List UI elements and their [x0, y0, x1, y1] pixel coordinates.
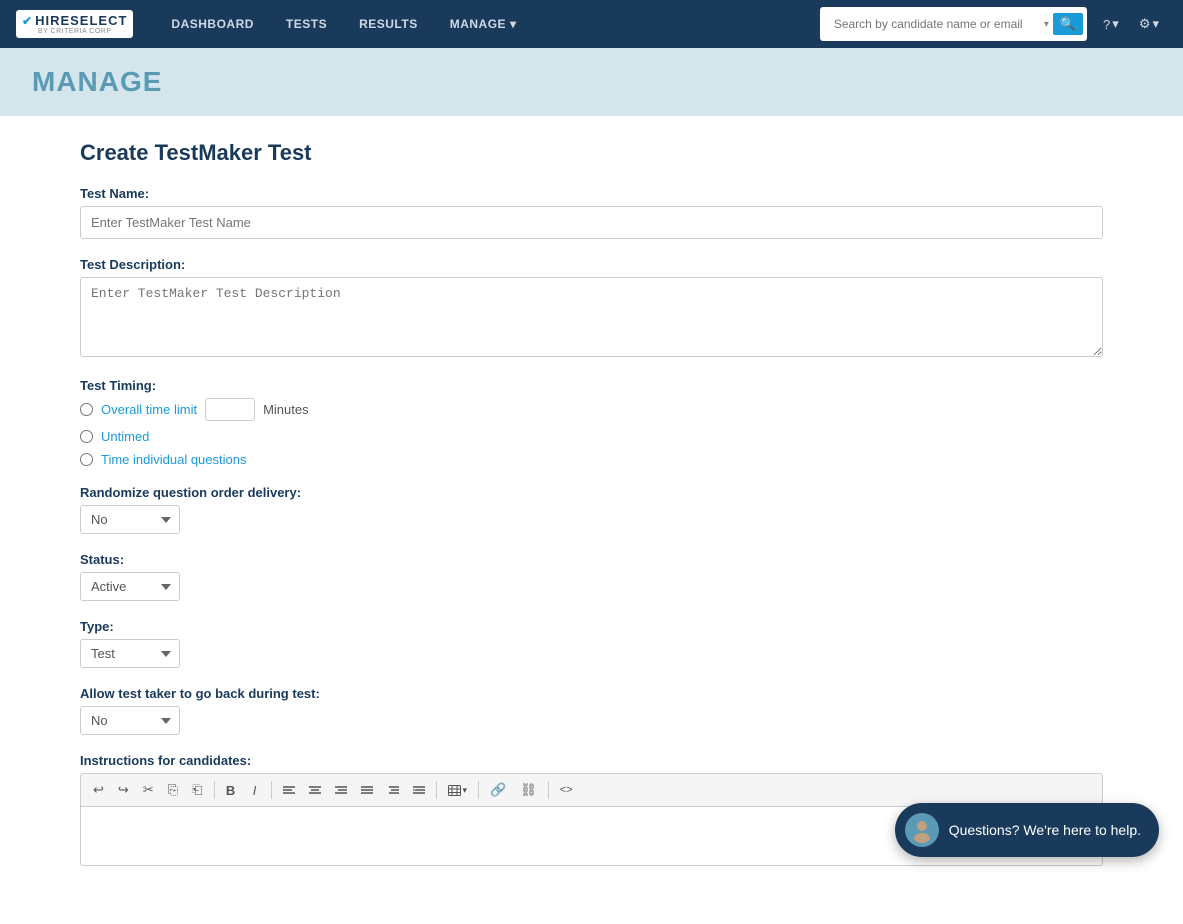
justify-button[interactable]: [355, 779, 379, 802]
status-select[interactable]: Active Inactive: [80, 572, 180, 601]
help-chevron-icon: ▾: [1112, 16, 1119, 32]
undo-button[interactable]: ↩: [87, 778, 110, 802]
unlink-button[interactable]: ⛓: [514, 778, 543, 802]
toolbar-sep-1: [214, 781, 215, 799]
allow-back-select[interactable]: No Yes: [80, 706, 180, 735]
chat-avatar: [905, 813, 939, 847]
settings-chevron-icon: ▾: [1152, 16, 1159, 32]
gear-icon: ⚙: [1139, 16, 1151, 32]
search-button[interactable]: 🔍: [1053, 13, 1083, 35]
allow-back-label: Allow test taker to go back during test:: [80, 686, 1103, 701]
logo-check-icon: ✔: [22, 14, 33, 28]
test-name-input[interactable]: [80, 206, 1103, 239]
timing-individual-radio[interactable]: [80, 453, 93, 466]
logo[interactable]: ✔ HIRESELECT BY CRITERIA CORP: [16, 10, 133, 38]
indent-button[interactable]: [381, 779, 405, 802]
timing-untimed-radio[interactable]: [80, 430, 93, 443]
bold-button[interactable]: B: [220, 779, 242, 802]
test-description-label: Test Description:: [80, 257, 1103, 272]
timing-overall-row: Overall time limit Minutes: [80, 398, 1103, 421]
test-name-label: Test Name:: [80, 186, 1103, 201]
status-group: Status: Active Inactive: [80, 552, 1103, 601]
randomize-select[interactable]: No Yes: [80, 505, 180, 534]
search-input[interactable]: [824, 9, 1044, 39]
timing-untimed-row: Untimed: [80, 429, 1103, 444]
align-right-button[interactable]: [329, 779, 353, 802]
table-button[interactable]: ▾: [442, 781, 474, 800]
randomize-group: Randomize question order delivery: No Ye…: [80, 485, 1103, 534]
chat-bubble[interactable]: Questions? We're here to help.: [895, 803, 1159, 857]
test-description-group: Test Description:: [80, 257, 1103, 360]
outdent-button[interactable]: [407, 779, 431, 802]
instructions-label: Instructions for candidates:: [80, 753, 1103, 768]
help-icon: ?: [1103, 17, 1110, 32]
type-label: Type:: [80, 619, 1103, 634]
page-header: MANAGE: [0, 48, 1183, 116]
cut-button[interactable]: ✂: [137, 778, 160, 802]
randomize-label: Randomize question order delivery:: [80, 485, 1103, 500]
logo-brand: HIRESELECT: [35, 13, 127, 28]
nav-links: DASHBOARD TESTS RESULTS MANAGE ▾: [157, 3, 819, 45]
status-label: Status:: [80, 552, 1103, 567]
source-button[interactable]: <>: [554, 780, 579, 800]
nav-search-bar: ▾ 🔍: [820, 7, 1087, 41]
link-button[interactable]: 🔗: [484, 778, 512, 802]
editor-toolbar: ↩ ↪ ✂ ⎘ ⎗ B I: [80, 773, 1103, 806]
minutes-input[interactable]: [205, 398, 255, 421]
test-timing-label: Test Timing:: [80, 378, 1103, 393]
paste-button[interactable]: ⎗: [186, 778, 208, 802]
italic-button[interactable]: I: [244, 779, 266, 802]
nav-tests[interactable]: TESTS: [272, 3, 341, 45]
chat-text: Questions? We're here to help.: [949, 822, 1141, 838]
nav-dashboard[interactable]: DASHBOARD: [157, 3, 268, 45]
search-dropdown-icon[interactable]: ▾: [1044, 19, 1049, 30]
table-chevron-icon: ▾: [463, 785, 468, 796]
type-group: Type: Test Survey: [80, 619, 1103, 668]
navbar: ✔ HIRESELECT BY CRITERIA CORP DASHBOARD …: [0, 0, 1183, 48]
minutes-label: Minutes: [263, 402, 309, 417]
form-title: Create TestMaker Test: [80, 140, 1103, 166]
help-button[interactable]: ? ▾: [1095, 12, 1127, 36]
timing-individual-row: Time individual questions: [80, 452, 1103, 467]
type-select[interactable]: Test Survey: [80, 639, 180, 668]
timing-untimed-label[interactable]: Untimed: [101, 429, 149, 444]
timing-overall-radio[interactable]: [80, 403, 93, 416]
align-center-button[interactable]: [303, 779, 327, 802]
chevron-down-icon: ▾: [510, 17, 517, 31]
nav-results[interactable]: RESULTS: [345, 3, 432, 45]
align-left-button[interactable]: [277, 779, 301, 802]
toolbar-sep-2: [271, 781, 272, 799]
logo-sub: BY CRITERIA CORP: [38, 28, 112, 35]
toolbar-sep-4: [478, 781, 479, 799]
test-timing-group: Test Timing: Overall time limit Minutes …: [80, 378, 1103, 467]
test-description-input[interactable]: [80, 277, 1103, 357]
redo-button[interactable]: ↪: [112, 778, 135, 802]
nav-icon-group: ? ▾ ⚙ ▾: [1095, 12, 1167, 36]
nav-manage[interactable]: MANAGE ▾: [436, 3, 531, 45]
settings-button[interactable]: ⚙ ▾: [1131, 12, 1167, 36]
timing-overall-label[interactable]: Overall time limit: [101, 402, 197, 417]
timing-radio-group: Overall time limit Minutes Untimed Time …: [80, 398, 1103, 467]
page-title: MANAGE: [32, 66, 1151, 98]
copy-button[interactable]: ⎘: [162, 778, 184, 802]
toolbar-sep-5: [548, 781, 549, 799]
test-name-group: Test Name:: [80, 186, 1103, 239]
nav-manage-label: MANAGE: [450, 17, 506, 31]
toolbar-sep-3: [436, 781, 437, 799]
allow-back-group: Allow test taker to go back during test:…: [80, 686, 1103, 735]
timing-individual-label[interactable]: Time individual questions: [101, 452, 246, 467]
